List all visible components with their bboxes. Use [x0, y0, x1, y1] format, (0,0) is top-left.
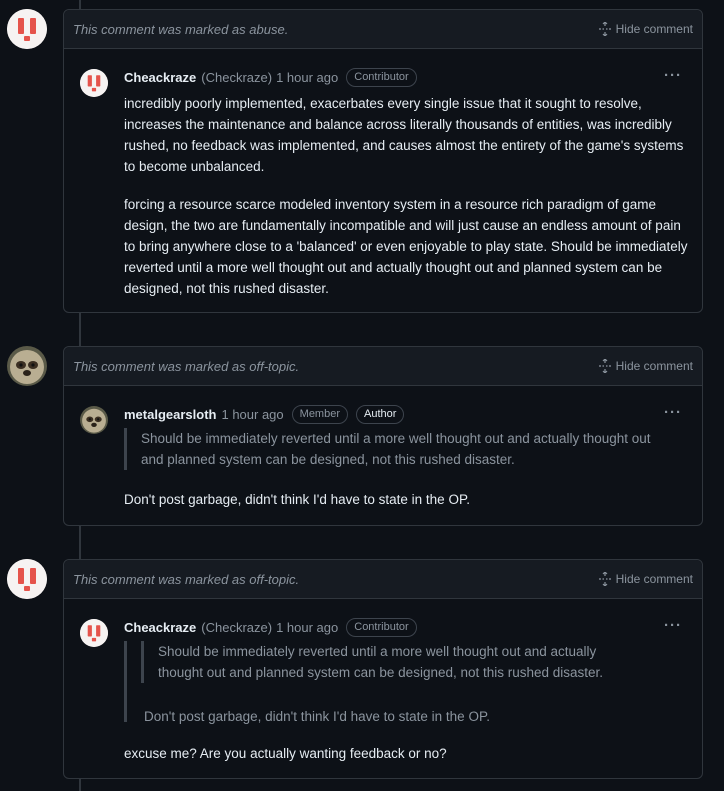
- hide-comment-label: Hide comment: [615, 22, 693, 36]
- unfold-icon: [598, 359, 611, 373]
- timestamp[interactable]: 1 hour ago: [276, 620, 338, 635]
- comment-paragraph: Don't post garbage, didn't think I'd hav…: [124, 492, 470, 507]
- author-badge: Author: [356, 405, 405, 424]
- kebab-icon[interactable]: ···: [664, 404, 682, 421]
- hide-comment-button[interactable]: Hide comment: [598, 22, 693, 36]
- contributor-badge: Contributor: [346, 618, 417, 637]
- author-name[interactable]: metalgearsloth: [124, 407, 216, 422]
- commenter-avatar[interactable]: [7, 9, 47, 49]
- author-avatar[interactable]: [80, 406, 108, 434]
- comment-card: This comment was marked as abuse. Hide c…: [63, 9, 703, 313]
- alert-avatar-icon: [80, 69, 108, 97]
- unfold-icon: [598, 572, 611, 586]
- alert-avatar-icon: [7, 559, 47, 599]
- author-alias: (Checkraze): [201, 620, 273, 635]
- sloth-avatar-icon: [7, 346, 47, 386]
- timestamp[interactable]: 1 hour ago: [221, 407, 283, 422]
- hide-comment-label: Hide comment: [615, 359, 693, 373]
- unfold-icon: [598, 22, 611, 36]
- comment-header: This comment was marked as off-topic. Hi…: [64, 560, 702, 599]
- alert-avatar-icon: [80, 619, 108, 647]
- marked-status: This comment was marked as abuse.: [73, 22, 289, 37]
- comment-header: This comment was marked as off-topic. Hi…: [64, 347, 702, 386]
- comment-paragraph: incredibly poorly implemented, exacerbat…: [124, 96, 684, 174]
- commenter-avatar[interactable]: [7, 346, 47, 386]
- timeline-connector: [79, 526, 81, 559]
- author-line: Cheackraze (Checkraze) 1 hour ago Contri…: [124, 618, 425, 637]
- comment-paragraph: forcing a resource scarce modeled invent…: [124, 197, 688, 296]
- blockquote-text: Don't post garbage, didn't think I'd hav…: [144, 709, 490, 724]
- hide-comment-label: Hide comment: [615, 572, 693, 586]
- author-avatar[interactable]: [80, 69, 108, 97]
- author-avatar[interactable]: [80, 619, 108, 647]
- timeline-connector: [79, 313, 81, 346]
- blockquote: Should be immediately reverted until a m…: [124, 641, 669, 724]
- contributor-badge: Contributor: [346, 68, 417, 87]
- alert-avatar-icon: [7, 9, 47, 49]
- kebab-icon[interactable]: ···: [664, 617, 682, 634]
- hide-comment-button[interactable]: Hide comment: [598, 359, 693, 373]
- commenter-avatar[interactable]: [7, 559, 47, 599]
- author-line: metalgearsloth 1 hour ago Member Author: [124, 405, 412, 424]
- comment-paragraph: excuse me? Are you actually wanting feed…: [124, 746, 447, 761]
- comment-header: This comment was marked as abuse. Hide c…: [64, 10, 702, 49]
- blockquote: Should be immediately reverted until a m…: [124, 428, 669, 470]
- timeline-connector: [79, 779, 81, 791]
- kebab-icon[interactable]: ···: [664, 67, 682, 84]
- nested-blockquote: Should be immediately reverted until a m…: [141, 641, 631, 683]
- marked-status: This comment was marked as off-topic.: [73, 572, 300, 587]
- author-name[interactable]: Cheackraze: [124, 620, 196, 635]
- timestamp[interactable]: 1 hour ago: [276, 70, 338, 85]
- comment-card: This comment was marked as off-topic. Hi…: [63, 346, 703, 526]
- hide-comment-button[interactable]: Hide comment: [598, 572, 693, 586]
- author-alias: (Checkraze): [201, 70, 273, 85]
- marked-status: This comment was marked as off-topic.: [73, 359, 300, 374]
- member-badge: Member: [291, 405, 348, 424]
- author-name[interactable]: Cheackraze: [124, 70, 196, 85]
- sloth-avatar-icon: [80, 406, 108, 434]
- comment-card: This comment was marked as off-topic. Hi…: [63, 559, 703, 779]
- author-line: Cheackraze (Checkraze) 1 hour ago Contri…: [124, 68, 425, 87]
